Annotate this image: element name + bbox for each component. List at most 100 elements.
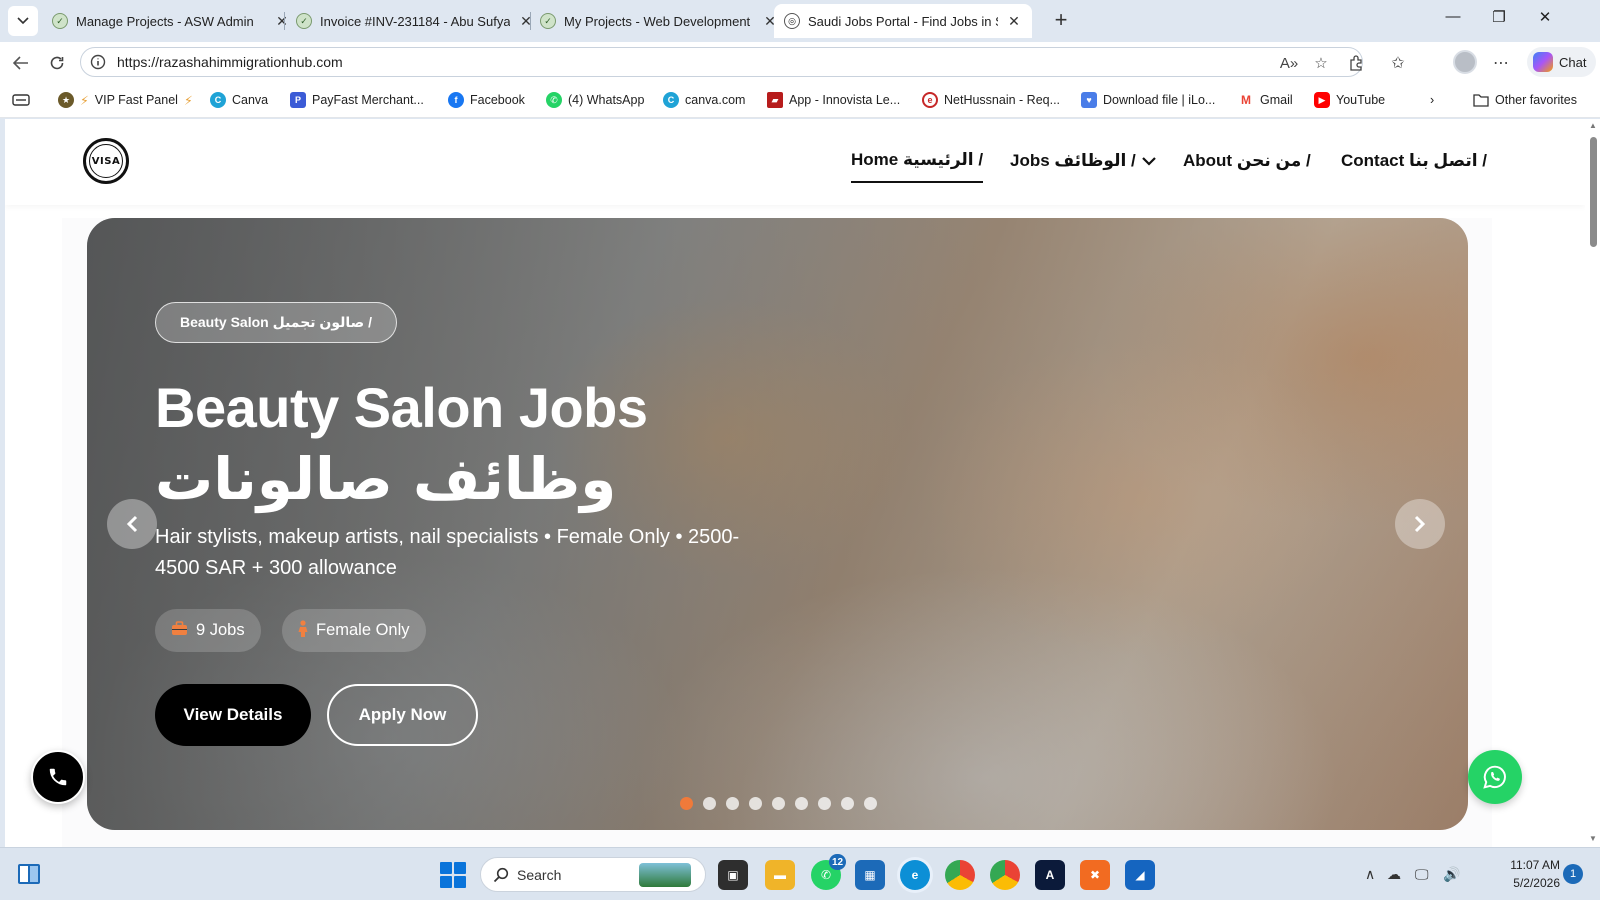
carousel-indicators [680,797,877,810]
address-bar[interactable]: https://razashahimmigrationhub.com A» ☆ [80,47,1363,77]
logo-text: VISA [89,144,123,178]
carousel-dot[interactable] [680,797,693,810]
site-logo[interactable]: VISA [83,138,129,184]
bookmark-nethussnain[interactable]: e NetHussnain - Req... [922,91,1060,109]
bookmark-innovista[interactable]: ▰ App - Innovista Le... [767,91,900,109]
carousel-dot[interactable] [772,797,785,810]
nav-contact[interactable]: Contact اتصل بنا / [1341,147,1487,175]
back-button[interactable] [8,50,34,76]
browser-tab[interactable]: ✓ Manage Projects - ASW Admin ✕ [42,4,300,38]
bookmark-label: VIP Fast Panel [94,93,178,107]
more-options-icon[interactable]: ⋯ [1488,50,1514,76]
widgets-icon[interactable] [16,861,42,887]
bookmark-canva-com[interactable]: C canva.com [663,91,745,109]
nav-label: About من نحن / [1183,151,1311,170]
browser-tab[interactable]: ✓ Invoice #INV-231184 - Abu Sufyan ✕ [286,4,544,38]
windows-taskbar: Search ▣ ▬ ✆ 12 ▦ e A ✖ ◢ ∧ ☁ 🖵 🔊 11:07 … [0,847,1600,900]
system-clock[interactable]: 11:07 AM 5/2/2026 [1500,856,1560,892]
other-favorites[interactable]: Other favorites [1473,91,1577,109]
carousel-dot[interactable] [703,797,716,810]
chrome-profile-icon[interactable] [990,860,1020,890]
carousel-dot[interactable] [749,797,762,810]
chat-label: Chat [1559,54,1587,70]
close-window-icon[interactable]: ✕ [1522,8,1568,32]
volume-icon[interactable]: 🔊 [1443,863,1460,885]
view-details-button[interactable]: View Details [155,684,311,746]
bookmark-canva[interactable]: C Canva [210,91,268,109]
reload-button[interactable] [44,50,70,76]
category-badge: Beauty Salon صالون تجميل / [155,302,397,343]
browser-toolbar: https://razashahimmigrationhub.com A» ☆ … [0,42,1600,82]
payfast-icon: P [290,92,306,108]
heart-icon: ♥ [1081,92,1097,108]
bookmark-payfast[interactable]: P PayFast Merchant... [290,91,424,109]
app-a-icon[interactable]: A [1035,860,1065,890]
carousel-next-button[interactable] [1395,499,1445,549]
bookmark-vip-fast-panel[interactable]: ★ ⚡ VIP Fast Panel ⚡ [58,91,193,109]
bookmarks-toggle-icon[interactable] [12,91,30,109]
tab-actions-menu-button[interactable] [8,6,38,36]
carousel-dot[interactable] [818,797,831,810]
nav-home[interactable]: Home الرئيسية / [851,147,984,183]
bookmark-gmail[interactable]: M Gmail [1238,91,1293,109]
favorite-star-icon[interactable]: ☆ [1310,52,1332,74]
youtube-icon: ▶ [1314,92,1330,108]
restore-icon[interactable]: ❐ [1476,8,1522,32]
favorites-icon[interactable]: ✩ [1385,50,1411,76]
apply-now-button[interactable]: Apply Now [327,684,478,746]
call-float-button[interactable] [31,750,85,804]
xampp-icon[interactable]: ✖ [1080,860,1110,890]
carousel-dot[interactable] [864,797,877,810]
tab-divider [284,12,285,30]
page-viewport: VISA Home الرئيسية / Jobs الوظائف / Abou… [5,119,1585,847]
extensions-icon[interactable] [1343,50,1369,76]
notification-center-badge[interactable]: 1 [1563,864,1583,884]
microsoft-store-icon[interactable]: ▦ [855,860,885,890]
bookmark-label: NetHussnain - Req... [944,93,1061,107]
bookmark-whatsapp[interactable]: ✆ (4) WhatsApp [546,91,644,109]
whatsapp-app-icon[interactable]: ✆ 12 [811,854,847,890]
photos-icon[interactable]: ◢ [1125,860,1155,890]
scroll-down-icon[interactable]: ▼ [1588,834,1598,844]
bookmark-label: YouTube [1336,93,1386,107]
bookmark-ilovepdf[interactable]: ♥ Download file | iLo... [1081,91,1215,109]
nethussnain-icon: e [922,92,938,108]
whatsapp-float-button[interactable] [1468,750,1522,804]
start-windows-icon[interactable] [440,862,466,888]
scroll-up-icon[interactable]: ▲ [1588,121,1598,131]
bookmark-facebook[interactable]: f Facebook [448,91,525,109]
edge-browser-icon[interactable]: e [900,860,930,890]
browser-tab-active[interactable]: ◎ Saudi Jobs Portal - Find Jobs in Sau ✕ [774,4,1032,38]
show-hidden-icons-icon[interactable]: ∧ [1365,863,1375,885]
chrome-icon[interactable] [945,860,975,890]
new-tab-button[interactable]: + [1048,8,1074,34]
carousel-dot[interactable] [795,797,808,810]
taskbar-search[interactable]: Search [480,857,706,892]
nav-about[interactable]: About من نحن / [1183,147,1311,175]
bookmark-label: Canva [232,93,269,107]
file-explorer-icon[interactable]: ▬ [765,860,795,890]
minimize-icon[interactable]: — [1430,8,1476,32]
page-scrollbar[interactable]: ▲ ▼ [1585,119,1600,847]
carousel-prev-button[interactable] [107,499,157,549]
canva-icon: C [210,92,226,108]
gmail-icon: M [1238,92,1254,108]
bookmark-youtube[interactable]: ▶ YouTube [1314,91,1385,109]
more-bookmarks-chevron-icon[interactable]: › [1430,91,1434,109]
read-aloud-icon[interactable]: A» [1278,52,1300,74]
site-info-icon[interactable] [85,49,111,75]
nav-jobs[interactable]: Jobs الوظائف / [1010,147,1156,175]
clock-date: 5/2/2026 [1513,876,1560,890]
network-icon[interactable]: 🖵 [1415,863,1429,885]
copilot-chat-button[interactable]: Chat [1527,47,1597,77]
tab-title: Manage Projects - ASW Admin [76,13,254,29]
cloud-weather-icon[interactable]: ☁ [1387,863,1401,885]
carousel-dot[interactable] [841,797,854,810]
scroll-thumb[interactable] [1590,137,1597,247]
carousel-dot[interactable] [726,797,739,810]
close-icon[interactable]: ✕ [1006,13,1022,30]
vip-icon: ★ [58,92,74,108]
browser-tab[interactable]: ✓ My Projects - Web Development P ✕ [530,4,788,38]
site-favicon-icon: ✓ [52,13,68,29]
task-view-icon[interactable]: ▣ [718,860,748,890]
